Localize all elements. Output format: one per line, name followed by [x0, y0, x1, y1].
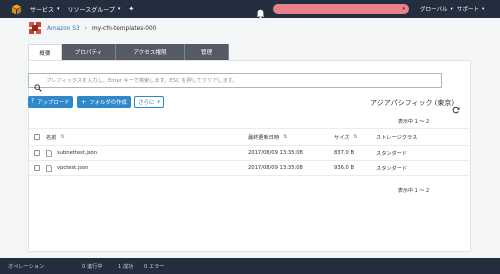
pin-icon[interactable]: ✦: [128, 5, 134, 13]
column-last-modified-label: 最終更新日時: [248, 134, 280, 141]
chevron-right-icon: ›: [84, 26, 87, 32]
prefix-search-input[interactable]: [46, 74, 441, 87]
objects-table: 名前 ⇅ 最終更新日時 ⇅ サイズ ⇅ ストレージクラス subnettest.…: [28, 128, 471, 176]
object-name-cell: vpctest.json: [46, 161, 88, 175]
column-last-modified[interactable]: 最終更新日時 ⇅: [248, 129, 287, 145]
region-menu[interactable]: グローバル ▾: [420, 5, 453, 14]
table-row[interactable]: subnettest.json 2017/08/09 13:35:08 837.…: [28, 146, 471, 161]
chevron-down-icon: ▾: [482, 6, 485, 12]
tab-overview[interactable]: 概要: [28, 44, 62, 60]
column-storage-class-label: ストレージクラス: [376, 134, 418, 141]
sort-icon: ⇅: [60, 134, 65, 140]
chevron-down-icon: ▾: [450, 6, 453, 12]
file-icon: [46, 164, 52, 172]
tab-permissions[interactable]: アクセス権限: [116, 44, 185, 60]
row-checkbox-cell: [34, 146, 40, 160]
breadcrumb-root-link[interactable]: Amazon S3: [47, 26, 80, 32]
column-size-label: サイズ: [334, 134, 350, 141]
object-name-link[interactable]: subnettest.json: [57, 150, 97, 156]
upload-button-label: アップロード: [37, 100, 70, 106]
column-name[interactable]: 名前 ⇅: [46, 129, 65, 145]
operations-status-bar[interactable]: オペレーション 0 進行中 1 成功 0 エラー: [0, 258, 500, 274]
refresh-icon[interactable]: [452, 99, 460, 114]
region-menu-label: グローバル: [420, 7, 448, 13]
object-last-modified: 2017/08/09 13:35:08: [248, 150, 303, 156]
support-menu-label: サポート: [457, 7, 480, 13]
column-storage-class: ストレージクラス: [376, 129, 417, 145]
row-checkbox[interactable]: [34, 165, 40, 171]
bucket-tabs: 概要 プロパティ アクセス権限 管理: [28, 44, 229, 60]
select-all-checkbox-cell: [34, 129, 40, 145]
object-size: 837.0 B: [334, 150, 355, 156]
more-actions-label: さらに: [138, 100, 155, 106]
aws-cube-icon[interactable]: [10, 3, 22, 15]
column-name-label: 名前: [46, 134, 57, 141]
object-size: 936.0 B: [334, 165, 355, 171]
plus-icon: +: [81, 98, 87, 106]
breadcrumb-bucket: my-cfn-templates-000: [91, 26, 157, 32]
object-storage-class: スタンダード: [376, 165, 408, 172]
pagination-top: 表示中 1 ～ 2: [398, 119, 430, 125]
search-box: [28, 73, 442, 92]
select-all-checkbox[interactable]: [34, 134, 40, 140]
bucket-region: アジアパシフィック (東京): [370, 99, 455, 107]
object-last-modified: 2017/08/09 13:35:08: [248, 165, 303, 171]
object-storage-class: スタンダード: [376, 150, 408, 157]
chevron-down-icon: ▾: [157, 99, 160, 105]
resource-groups-label: リソースグループ: [67, 6, 115, 14]
account-menu[interactable]: ▾: [273, 4, 409, 14]
s3-bucket-icon: [28, 20, 42, 34]
upload-icon: ⤒: [31, 98, 35, 105]
chevron-down-icon: ▾: [402, 6, 405, 12]
create-folder-button[interactable]: + フォルダの作成: [77, 96, 131, 108]
resource-groups-menu[interactable]: リソースグループ ▾: [68, 5, 121, 14]
operations-error: 0 エラー: [144, 264, 165, 270]
create-folder-button-label: フォルダの作成: [89, 100, 127, 106]
operations-in-progress: 0 進行中: [82, 264, 103, 270]
upload-button[interactable]: ⤒ アップロード: [28, 96, 73, 108]
support-menu[interactable]: サポート ▾: [457, 5, 485, 14]
chevron-down-icon: ▾: [57, 6, 60, 12]
tab-management[interactable]: 管理: [185, 44, 229, 60]
breadcrumb: Amazon S3 › my-cfn-templates-000: [47, 26, 156, 32]
operations-label: オペレーション: [8, 264, 45, 270]
table-row[interactable]: vpctest.json 2017/08/09 13:35:08 936.0 B…: [28, 161, 471, 176]
table-header: 名前 ⇅ 最終更新日時 ⇅ サイズ ⇅ ストレージクラス: [28, 128, 471, 146]
row-checkbox[interactable]: [34, 150, 40, 156]
object-name-link[interactable]: vpctest.json: [57, 165, 88, 171]
bell-icon[interactable]: [256, 4, 266, 19]
services-label: サービス: [30, 6, 55, 14]
pagination-bottom: 表示中 1 ～ 2: [398, 188, 430, 194]
sort-icon: ⇅: [353, 134, 358, 140]
column-size[interactable]: サイズ ⇅: [334, 129, 358, 145]
operations-success: 1 成功: [118, 264, 134, 270]
sort-icon: ⇅: [283, 134, 288, 140]
row-checkbox-cell: [34, 161, 40, 175]
search-icon: [34, 77, 42, 92]
chevron-down-icon: ▾: [117, 6, 121, 12]
object-name-cell: subnettest.json: [46, 146, 97, 160]
more-actions-button[interactable]: さらに ▾: [134, 96, 164, 108]
file-icon: [46, 149, 52, 157]
tab-properties[interactable]: プロパティ: [62, 44, 116, 60]
services-menu[interactable]: サービス ▾: [30, 5, 60, 14]
